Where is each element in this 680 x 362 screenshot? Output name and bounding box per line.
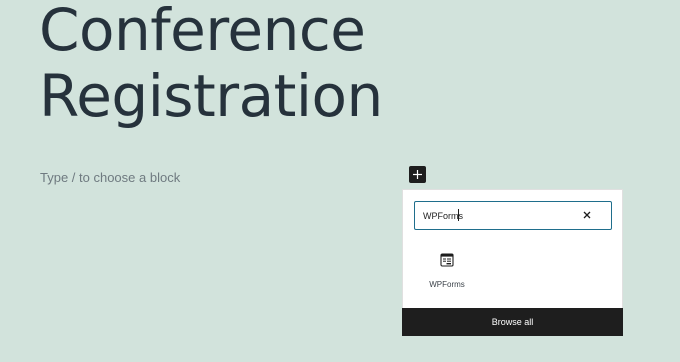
browse-all-button[interactable]: Browse all [402,308,623,336]
block-inserter-popover: WPForms Browse all [402,189,623,336]
page-title[interactable]: Conference Registration [39,0,383,129]
block-search-field[interactable] [414,201,612,230]
text-caret [458,209,459,221]
plus-icon [413,170,422,179]
block-search-input[interactable] [423,208,573,223]
block-placeholder[interactable]: Type / to choose a block [40,170,180,186]
wpforms-icon [440,253,454,267]
clear-search-button[interactable] [581,209,593,221]
block-result-wpforms[interactable]: WPForms [419,246,475,294]
add-block-button[interactable] [409,166,426,183]
close-icon [583,211,591,219]
page-title-line-2: Registration [39,62,383,130]
block-result-label: WPForms [429,280,465,289]
page-title-line-1: Conference [39,0,366,64]
